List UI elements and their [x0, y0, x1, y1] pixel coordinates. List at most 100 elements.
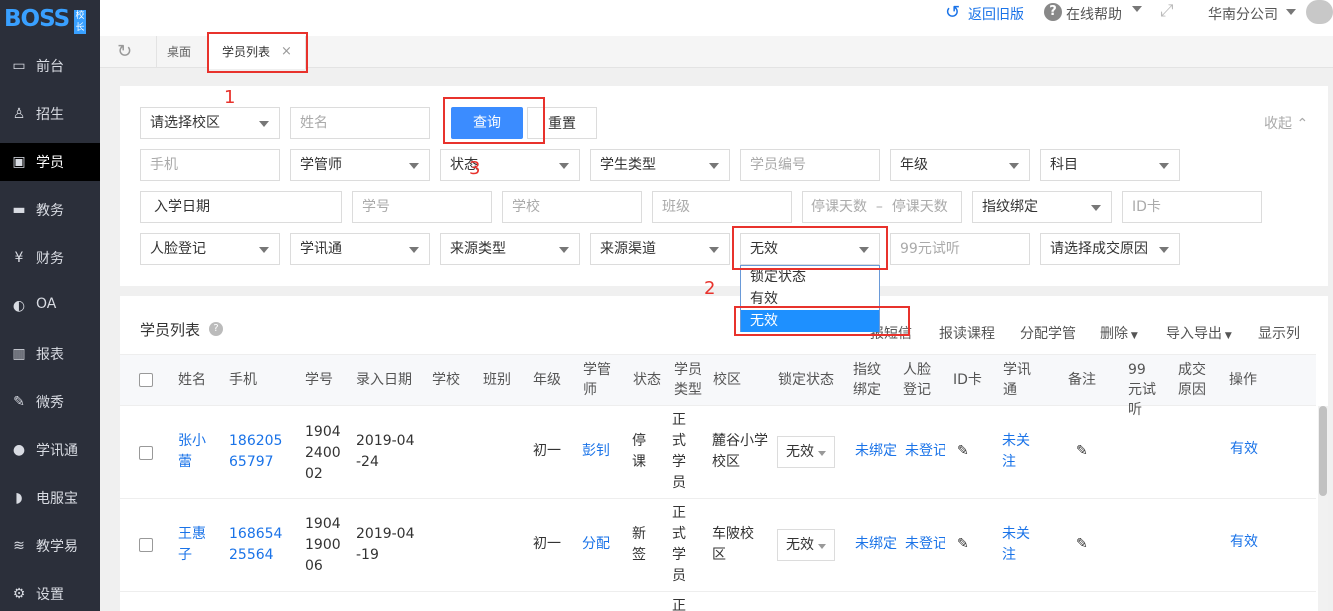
sidebar-item-students[interactable]: ▣ 学员	[0, 143, 100, 181]
student-type: 正式学员	[672, 412, 686, 491]
row-checkbox[interactable]	[139, 538, 153, 552]
sidebar-item-front-desk[interactable]: ▭ 前台	[0, 47, 100, 85]
deal-reason-select[interactable]: 请选择成交原因	[1040, 233, 1180, 265]
list-title: 学员列表	[140, 321, 201, 339]
company-caret-icon[interactable]	[1286, 9, 1296, 15]
action-valid-link[interactable]: 有效	[1230, 439, 1258, 460]
name-input[interactable]: 姓名	[290, 107, 430, 139]
entry-date-input[interactable]: 入学日期	[140, 191, 342, 223]
edit-icon[interactable]: ✎	[957, 534, 969, 555]
id-card-input[interactable]: ID卡	[1122, 191, 1262, 223]
school-input[interactable]: 学校	[502, 191, 642, 223]
sidebar-item-academic[interactable]: ▬ 教务	[0, 191, 100, 229]
assign-manager-button[interactable]: 分配学管	[1020, 323, 1076, 343]
fingerprint-link[interactable]: 未绑定	[855, 441, 897, 462]
xxt-link[interactable]: 未关注	[1002, 431, 1032, 473]
sidebar-item-teaching[interactable]: ≋ 教学易	[0, 527, 100, 565]
header-student-id[interactable]: 学号	[305, 370, 333, 390]
help-dropdown-caret-icon[interactable]	[1132, 6, 1142, 16]
manager-select[interactable]: 学管师	[290, 149, 430, 181]
sidebar-item-settings[interactable]: ⚙ 设置	[0, 575, 100, 611]
sidebar-item-finance[interactable]: ¥ 财务	[0, 239, 100, 277]
class-input[interactable]: 班级	[652, 191, 792, 223]
face-register-select[interactable]: 人脸登记	[140, 233, 280, 265]
xxt-link[interactable]: 未关注	[1002, 524, 1032, 566]
enroll-course-button[interactable]: 报读课程	[939, 323, 995, 343]
sidebar-item-xxt[interactable]: ● 学讯通	[0, 431, 100, 469]
show-columns-button[interactable]: 显示列	[1258, 323, 1300, 343]
manager-link[interactable]: 分配	[582, 534, 610, 555]
header-deal-reason[interactable]: 成交原因	[1178, 360, 1208, 400]
grade-select[interactable]: 年级	[890, 149, 1030, 181]
header-id-card[interactable]: ID卡	[953, 370, 982, 390]
header-lock-status[interactable]: 锁定状态	[778, 370, 834, 390]
tab-desktop[interactable]: 桌面	[167, 36, 191, 68]
sidebar-item-reports[interactable]: ▥ 报表	[0, 335, 100, 373]
company-selector[interactable]: 华南分公司	[1208, 4, 1278, 24]
manager-link[interactable]: 彭钊	[582, 441, 610, 462]
edit-icon[interactable]: ✎	[1076, 534, 1088, 555]
student-id-input[interactable]: 学号	[352, 191, 492, 223]
student-name-link[interactable]: 王惠子	[178, 524, 208, 566]
refresh-icon[interactable]: ↻	[117, 41, 132, 62]
app-logo[interactable]: BOSS 校长	[0, 0, 100, 45]
trial-input[interactable]: 99元试听	[890, 233, 1030, 265]
collapse-label: 收起	[1264, 116, 1292, 132]
student-phone-link[interactable]: 18620565797	[229, 431, 287, 473]
lock-status-row-select[interactable]: 无效	[777, 436, 835, 468]
help-icon[interactable]: ?	[209, 322, 223, 336]
import-export-button[interactable]: 导入导出 ▼	[1166, 323, 1232, 343]
subject-select[interactable]: 科目	[1040, 149, 1180, 181]
status-select[interactable]: 状态	[440, 149, 580, 181]
online-help-link[interactable]: 在线帮助	[1066, 4, 1122, 24]
lock-status-row-select[interactable]: 无效	[777, 529, 835, 561]
student-phone-link[interactable]: 16865425564	[229, 524, 287, 566]
source-channel-select[interactable]: 来源渠道	[590, 233, 730, 265]
fingerprint-select[interactable]: 指纹绑定	[972, 191, 1112, 223]
header-entry-date[interactable]: 录入日期	[356, 370, 412, 390]
campus-select[interactable]: 请选择校区	[140, 107, 280, 139]
stop-days-range[interactable]: 停课天数 – 停课天数	[802, 191, 962, 223]
header-status[interactable]: 状态	[633, 370, 661, 390]
chevron-down-icon	[559, 163, 569, 169]
xxt-select[interactable]: 学讯通	[290, 233, 430, 265]
header-name[interactable]: 姓名	[178, 370, 206, 390]
face-register-link[interactable]: 未登记	[905, 534, 945, 555]
edit-icon[interactable]: ✎	[1076, 441, 1088, 462]
student-number-input[interactable]: 学员编号	[740, 149, 880, 181]
sidebar-item-oa[interactable]: ◐ OA	[0, 287, 100, 325]
action-valid-link[interactable]: 有效	[1230, 532, 1258, 553]
header-manager[interactable]: 学管师	[583, 360, 613, 400]
phone-input[interactable]: 手机	[140, 149, 280, 181]
header-phone[interactable]: 手机	[229, 370, 257, 390]
chevron-down-icon	[559, 247, 569, 253]
row-checkbox[interactable]	[139, 446, 153, 460]
fingerprint-link[interactable]: 未绑定	[855, 534, 897, 555]
sidebar-item-show[interactable]: ✎ 微秀	[0, 383, 100, 421]
face-register-link[interactable]: 未登记	[905, 441, 945, 462]
header-campus[interactable]: 校区	[713, 370, 741, 390]
sidebar-item-phone-service[interactable]: ◗ 电服宝	[0, 479, 100, 517]
header-xxt[interactable]: 学讯通	[1003, 360, 1033, 400]
header-grade[interactable]: 年级	[533, 370, 561, 390]
scrollbar-thumb[interactable]	[1319, 406, 1327, 496]
collapse-link[interactable]: 收起 ⌃	[1264, 113, 1308, 133]
header-class[interactable]: 班别	[483, 370, 511, 390]
edit-icon[interactable]: ✎	[957, 441, 969, 462]
header-student-type[interactable]: 学员类型	[674, 360, 704, 400]
sidebar-item-enroll[interactable]: ♙ 招生	[0, 95, 100, 133]
table-scrollbar[interactable]	[1318, 406, 1328, 611]
header-remark[interactable]: 备注	[1068, 370, 1096, 390]
avatar[interactable]	[1306, 0, 1333, 24]
student-type-select[interactable]: 学生类型	[590, 149, 730, 181]
student-id: 1904240002	[305, 424, 341, 482]
delete-button[interactable]: 删除 ▼	[1100, 323, 1138, 343]
header-face[interactable]: 人脸登记	[903, 360, 933, 400]
back-to-old-version-link[interactable]: 返回旧版	[968, 4, 1024, 24]
header-school[interactable]: 学校	[432, 370, 460, 390]
source-type-select[interactable]: 来源类型	[440, 233, 580, 265]
fullscreen-icon[interactable]: ⤢	[1160, 1, 1174, 21]
select-all-checkbox[interactable]	[139, 373, 153, 387]
student-name-link[interactable]: 张小蕾	[178, 431, 208, 473]
header-fingerprint[interactable]: 指纹绑定	[853, 360, 883, 400]
